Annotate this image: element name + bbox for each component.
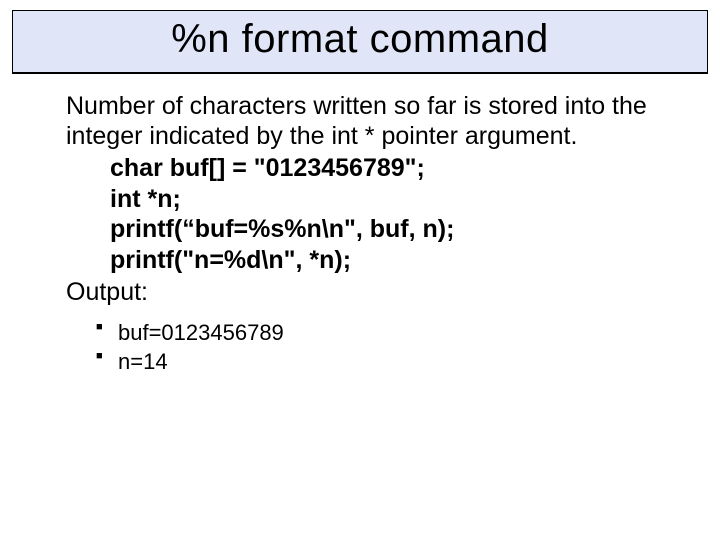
code-line: printf("n=%d\n", *n); bbox=[110, 245, 672, 276]
output-item: n=14 bbox=[96, 347, 672, 377]
output-label: Output: bbox=[66, 277, 672, 308]
code-block: char buf[] = "0123456789"; int *n; print… bbox=[66, 153, 672, 275]
code-line: char buf[] = "0123456789"; bbox=[110, 153, 672, 184]
description-text: Number of characters written so far is s… bbox=[66, 92, 672, 151]
output-item: buf=0123456789 bbox=[96, 318, 672, 348]
code-line: int *n; bbox=[110, 184, 672, 215]
output-list: buf=0123456789 n=14 bbox=[66, 318, 672, 377]
title-bar: %n format command bbox=[12, 10, 708, 74]
code-line: printf(“buf=%s%n\n", buf, n); bbox=[110, 214, 672, 245]
slide-title: %n format command bbox=[13, 17, 707, 62]
slide-content: Number of characters written so far is s… bbox=[0, 74, 720, 377]
